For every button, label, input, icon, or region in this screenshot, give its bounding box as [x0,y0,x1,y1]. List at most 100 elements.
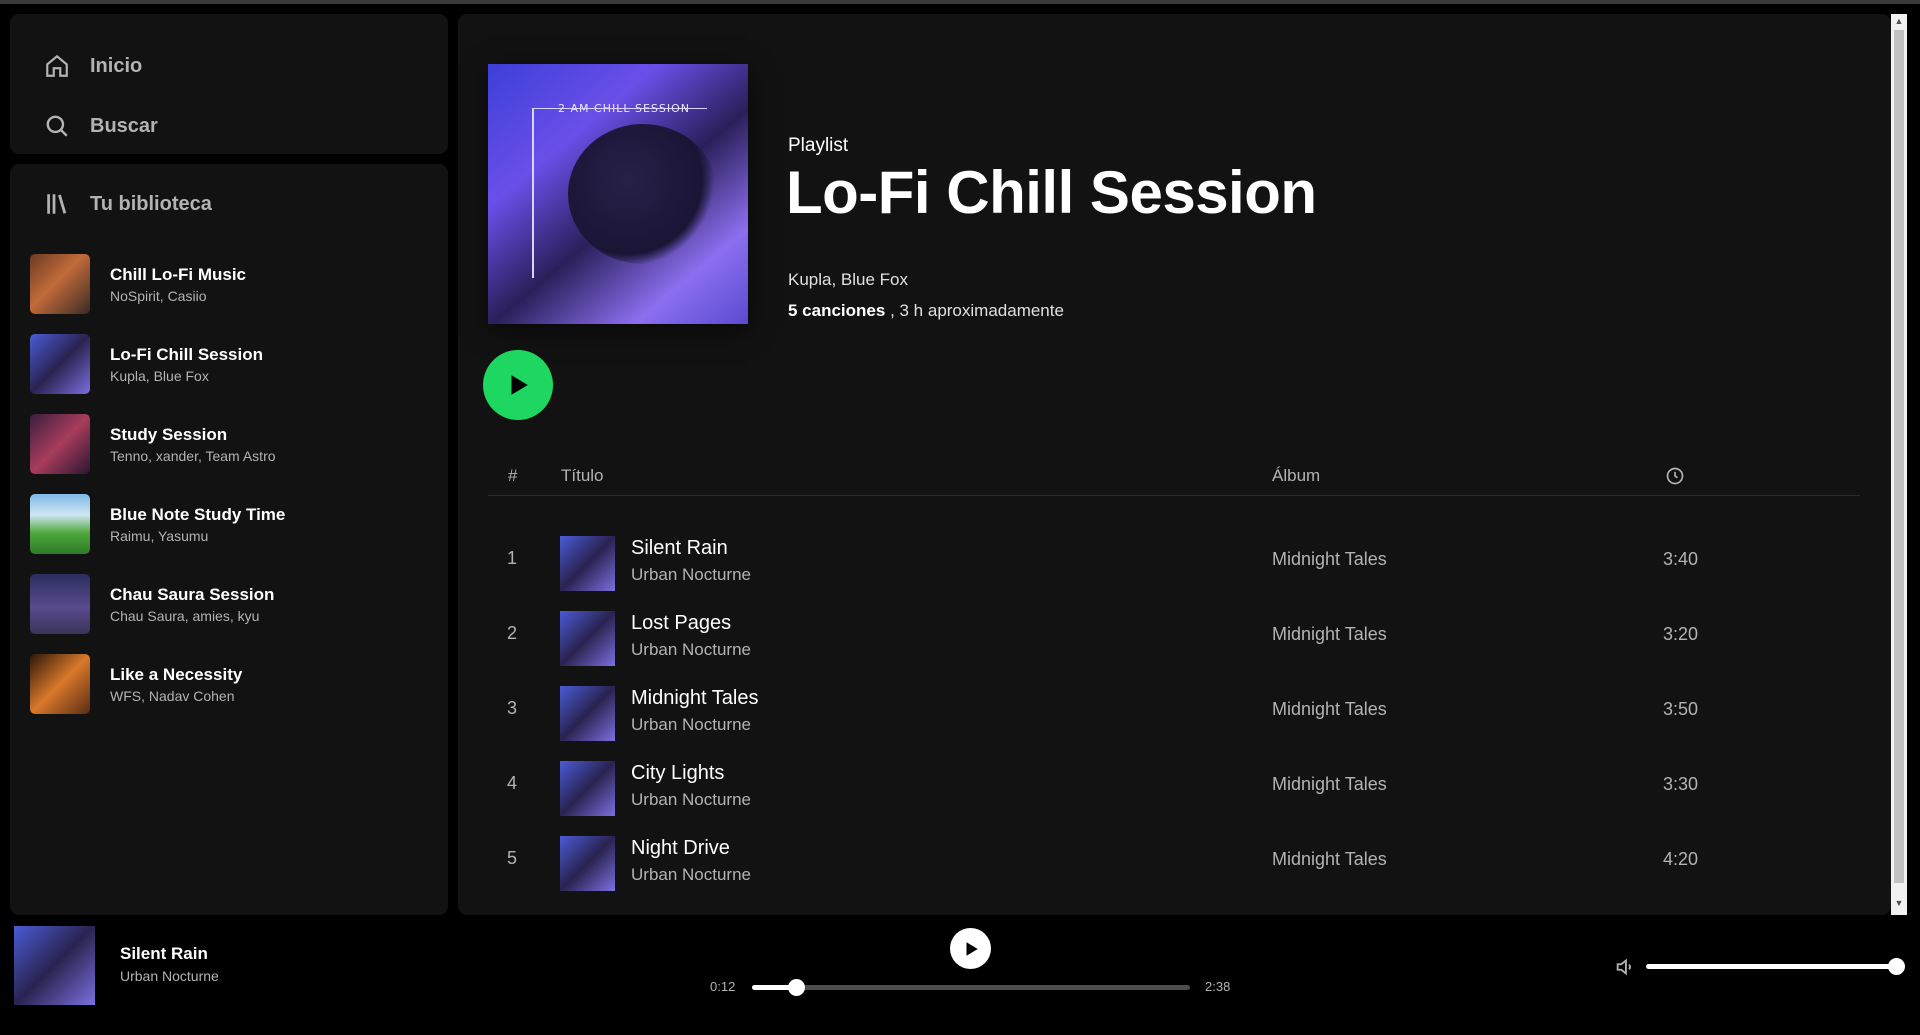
library-item-thumbnail [30,334,90,394]
now-playing-artist[interactable]: Urban Nocturne [120,968,219,984]
total-time: 2:38 [1205,979,1231,994]
scrollbar-thumb[interactable] [1894,30,1904,883]
track-artist[interactable]: Urban Nocturne [631,790,751,810]
now-playing-thumbnail [14,926,95,1005]
playlist-type-label: Playlist [788,135,849,156]
library-item-subtitle: NoSpirit, Casiio [110,287,207,304]
library-item-thumbnail [30,654,90,714]
track-album[interactable]: Midnight Tales [1272,624,1387,645]
column-title: Título [561,466,604,485]
track-thumbnail [560,761,615,816]
track-thumbnail [560,536,615,591]
track-duration: 4:20 [1663,849,1699,869]
library-item-title: Lo-Fi Chill Session [110,344,264,364]
volume-fill [1646,964,1896,969]
library-item[interactable]: Chau Saura Session Chau Saura, amies, ky… [10,564,448,644]
track-number: 3 [507,698,518,718]
nav-search-label: Buscar [90,114,158,137]
now-playing-title[interactable]: Silent Rain [120,944,208,964]
progress-bar[interactable] [752,979,1190,996]
library-item-title: Blue Note Study Time [110,504,286,524]
nav-home[interactable]: Inicio [44,36,448,96]
track-artist[interactable]: Urban Nocturne [631,640,751,660]
cover-text: 2 AM CHILL SESSION [558,102,690,115]
library-item[interactable]: Lo-Fi Chill Session Kupla, Blue Fox [10,324,448,404]
track-number: 2 [507,623,518,643]
library-item-thumbnail [30,574,90,634]
library-item-thumbnail [30,254,90,314]
volume-icon[interactable] [1614,956,1636,978]
nav-home-label: Inicio [90,54,143,77]
column-number: # [508,466,518,485]
library-header[interactable]: Tu biblioteca [10,164,448,224]
library-item-title: Chill Lo-Fi Music [110,264,246,284]
track-artist[interactable]: Urban Nocturne [631,565,751,585]
library-item-subtitle: WFS, Nadav Cohen [110,687,235,704]
library-item-subtitle: Tenno, xander, Team Astro [110,447,276,464]
track-artist[interactable]: Urban Nocturne [631,715,751,735]
library-item[interactable]: Study Session Tenno, xander, Team Astro [10,404,448,484]
cover-frame-line [532,108,534,278]
current-time: 0:12 [710,979,736,994]
track-duration: 3:50 [1663,699,1699,719]
library-item[interactable]: Chill Lo-Fi Music NoSpirit, Casiio [10,244,448,324]
tracklist-header: # Título Álbum [488,458,1860,496]
track-album[interactable]: Midnight Tales [1272,774,1387,795]
track-row[interactable]: 3 Midnight Tales Urban Nocturne Midnight… [488,674,1860,744]
library-item-title: Like a Necessity [110,664,243,684]
library-item-thumbnail [30,494,90,554]
track-duration: 3:30 [1663,774,1699,794]
track-number: 1 [507,548,518,568]
track-thumbnail [560,686,615,741]
library-item[interactable]: Blue Note Study Time Raimu, Yasumu [10,484,448,564]
track-row[interactable]: 5 Night Drive Urban Nocturne Midnight Ta… [488,824,1860,894]
play-pause-button[interactable] [950,928,991,969]
volume-handle[interactable] [1888,958,1905,975]
library-title: Tu biblioteca [90,192,212,215]
track-number: 5 [507,848,518,868]
play-icon [966,941,978,956]
player-bar: Silent Rain Urban Nocturne 0:12 2:38 [0,920,1920,1035]
track-title: Night Drive [631,837,730,859]
playlist-duration: , 3 h aproximadamente [890,301,1064,320]
play-playlist-button[interactable] [483,350,553,420]
nav-panel: Inicio Buscar [10,14,448,154]
clock-icon [1666,467,1684,485]
scroll-up-arrow-icon[interactable]: ▲ [1893,16,1905,28]
library-item-title: Chau Saura Session [110,584,275,604]
library-list: Chill Lo-Fi Music NoSpirit, Casiio Lo-Fi… [10,244,448,724]
playlist-owner[interactable]: Kupla, Blue Fox [788,270,908,290]
library-item-title: Study Session [110,424,228,444]
track-album[interactable]: Midnight Tales [1272,849,1387,870]
track-title: City Lights [631,762,725,784]
track-row[interactable]: 2 Lost Pages Urban Nocturne Midnight Tal… [488,599,1860,669]
progress-handle[interactable] [787,979,805,996]
column-album: Álbum [1272,466,1321,485]
play-icon [511,375,528,395]
track-album[interactable]: Midnight Tales [1272,699,1387,720]
nav-search[interactable]: Buscar [44,96,448,156]
track-number: 4 [507,773,518,793]
playlist-view: 2 AM CHILL SESSION Playlist Lo-Fi Chill … [458,14,1891,915]
track-row[interactable]: 1 Silent Rain Urban Nocturne Midnight Ta… [488,524,1860,594]
cover-illustration [568,124,718,264]
track-artist[interactable]: Urban Nocturne [631,865,751,885]
volume-slider[interactable] [1646,958,1905,975]
library-item-subtitle: Raimu, Yasumu [110,527,209,544]
search-icon [46,115,68,137]
track-duration: 3:40 [1663,549,1699,569]
column-duration [1665,466,1685,491]
library-item-subtitle: Chau Saura, amies, kyu [110,607,260,624]
scroll-down-arrow-icon[interactable]: ▼ [1893,898,1905,910]
playlist-meta: 5 canciones , 3 h aproximadamente [788,301,1064,321]
library-item-subtitle: Kupla, Blue Fox [110,367,209,384]
playlist-cover: 2 AM CHILL SESSION [488,64,748,324]
library-panel: Tu biblioteca Chill Lo-Fi Music NoSpirit… [10,164,448,915]
home-icon [46,54,68,77]
track-row[interactable]: 4 City Lights Urban Nocturne Midnight Ta… [488,749,1860,819]
track-thumbnail [560,611,615,666]
track-thumbnail [560,836,615,891]
library-item-thumbnail [30,414,90,474]
track-album[interactable]: Midnight Tales [1272,549,1387,570]
library-item[interactable]: Like a Necessity WFS, Nadav Cohen [10,644,448,724]
